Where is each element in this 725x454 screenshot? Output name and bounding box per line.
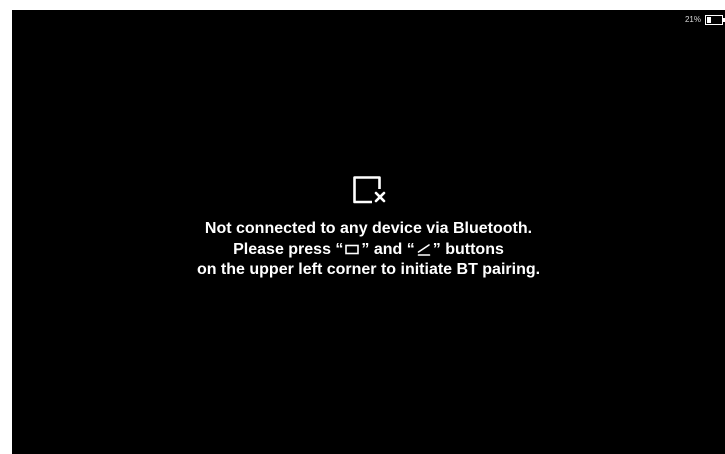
status-bar: 21% [685,14,725,26]
message-line-3: on the upper left corner to initiate BT … [196,261,541,278]
disconnected-panel: Not connected to any device via Bluetoot… [12,175,725,281]
bluetooth-message: Not connected to any device via Bluetoot… [197,219,540,281]
device-screen: 21% Not connected to any device via Blue… [12,10,725,454]
message-line-2-suffix: ” buttons [432,240,504,258]
message-line-1: Not connected to any device via Bluetoot… [204,220,533,237]
pen-button-icon [417,243,431,256]
display-disconnected-icon [352,176,385,204]
message-line-2-middle: ” and “ [361,240,415,258]
battery-percent: 21% [684,15,701,24]
battery-icon [705,15,725,25]
message-line-2: Please press “ ” and “ ” buttons [197,240,540,261]
message-line-2-prefix: Please press “ [233,240,344,258]
square-button-icon [345,244,360,255]
